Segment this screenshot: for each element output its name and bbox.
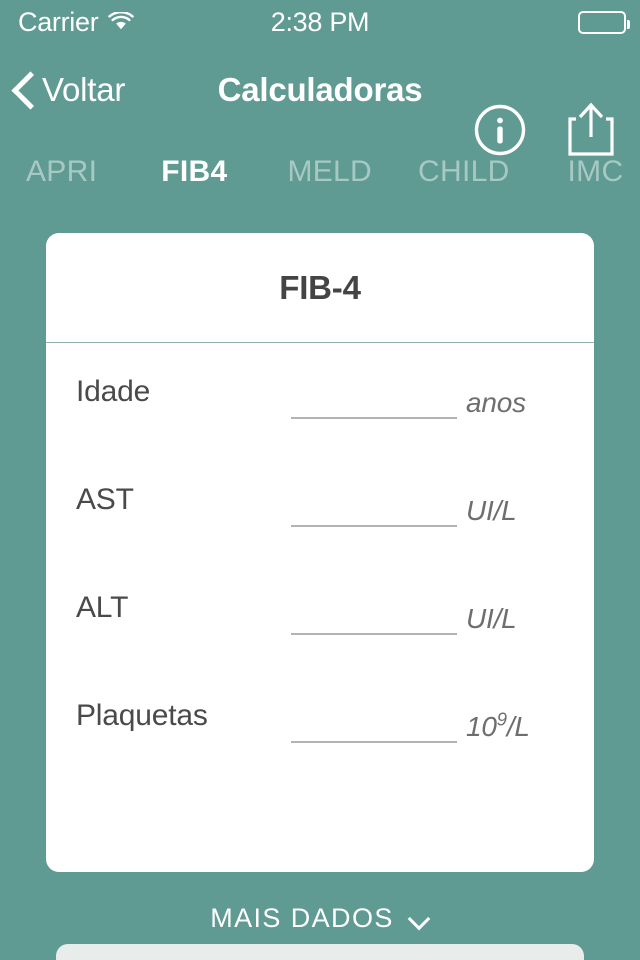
calculator-title: FIB-4	[279, 268, 361, 306]
field-unit-plaquetas-suffix: /L	[506, 711, 530, 742]
field-label-alt: ALT	[76, 591, 129, 624]
alt-input[interactable]	[291, 591, 457, 635]
app-screen: Carrier 2:38 PM Voltar Calculadoras APRI…	[0, 0, 640, 960]
field-unit-idade: anos	[466, 387, 526, 418]
tab-fib4[interactable]: FIB4	[161, 155, 227, 189]
navigation-bar: Voltar Calculadoras	[0, 44, 640, 156]
field-row-ast: AST UI/L	[46, 461, 594, 569]
field-unit-ast: UI/L	[466, 495, 517, 526]
field-list: Idade anos AST UI/L ALT UI/L Plaquetas 1…	[46, 343, 594, 785]
field-row-alt: ALT UI/L	[46, 569, 594, 677]
idade-input[interactable]	[291, 375, 457, 419]
plaquetas-input[interactable]	[291, 699, 457, 743]
field-unit-plaquetas-base: 10	[466, 711, 497, 742]
tab-imc[interactable]: IMC	[568, 155, 624, 189]
field-row-idade: Idade anos	[46, 353, 594, 461]
more-data-toggle[interactable]: MAIS DADOS	[0, 893, 640, 943]
battery-icon	[578, 10, 630, 34]
tab-apri[interactable]: APRI	[26, 155, 97, 189]
calculator-tab-strip: APRI FIB4 MELD CHILD IMC	[0, 146, 640, 198]
field-input-wrap-idade	[291, 375, 457, 419]
page-title: Calculadoras	[217, 71, 423, 108]
field-input-wrap-alt	[291, 591, 457, 635]
tab-meld[interactable]: MELD	[287, 155, 372, 189]
chevron-down-icon	[408, 911, 430, 925]
field-label-ast: AST	[76, 483, 134, 516]
field-unit-plaquetas-exponent: 9	[496, 708, 507, 730]
next-card-peek[interactable]	[56, 944, 584, 960]
field-input-wrap-plaquetas	[291, 699, 457, 743]
field-row-plaquetas: Plaquetas 109/L	[46, 677, 594, 785]
field-unit-alt: UI/L	[466, 603, 517, 634]
calculator-card: FIB-4 Idade anos AST UI/L ALT UI/L Plaqu…	[46, 233, 594, 872]
field-label-plaquetas: Plaquetas	[76, 699, 208, 732]
field-unit-plaquetas: 109/L	[466, 708, 530, 743]
more-data-label: MAIS DADOS	[210, 902, 394, 933]
tab-child[interactable]: CHILD	[418, 155, 510, 189]
field-label-idade: Idade	[76, 375, 151, 408]
status-bar-time: 2:38 PM	[270, 6, 370, 37]
ast-input[interactable]	[291, 483, 457, 527]
field-input-wrap-ast	[291, 483, 457, 527]
status-bar: Carrier 2:38 PM	[0, 0, 640, 44]
status-bar-right	[578, 0, 630, 44]
